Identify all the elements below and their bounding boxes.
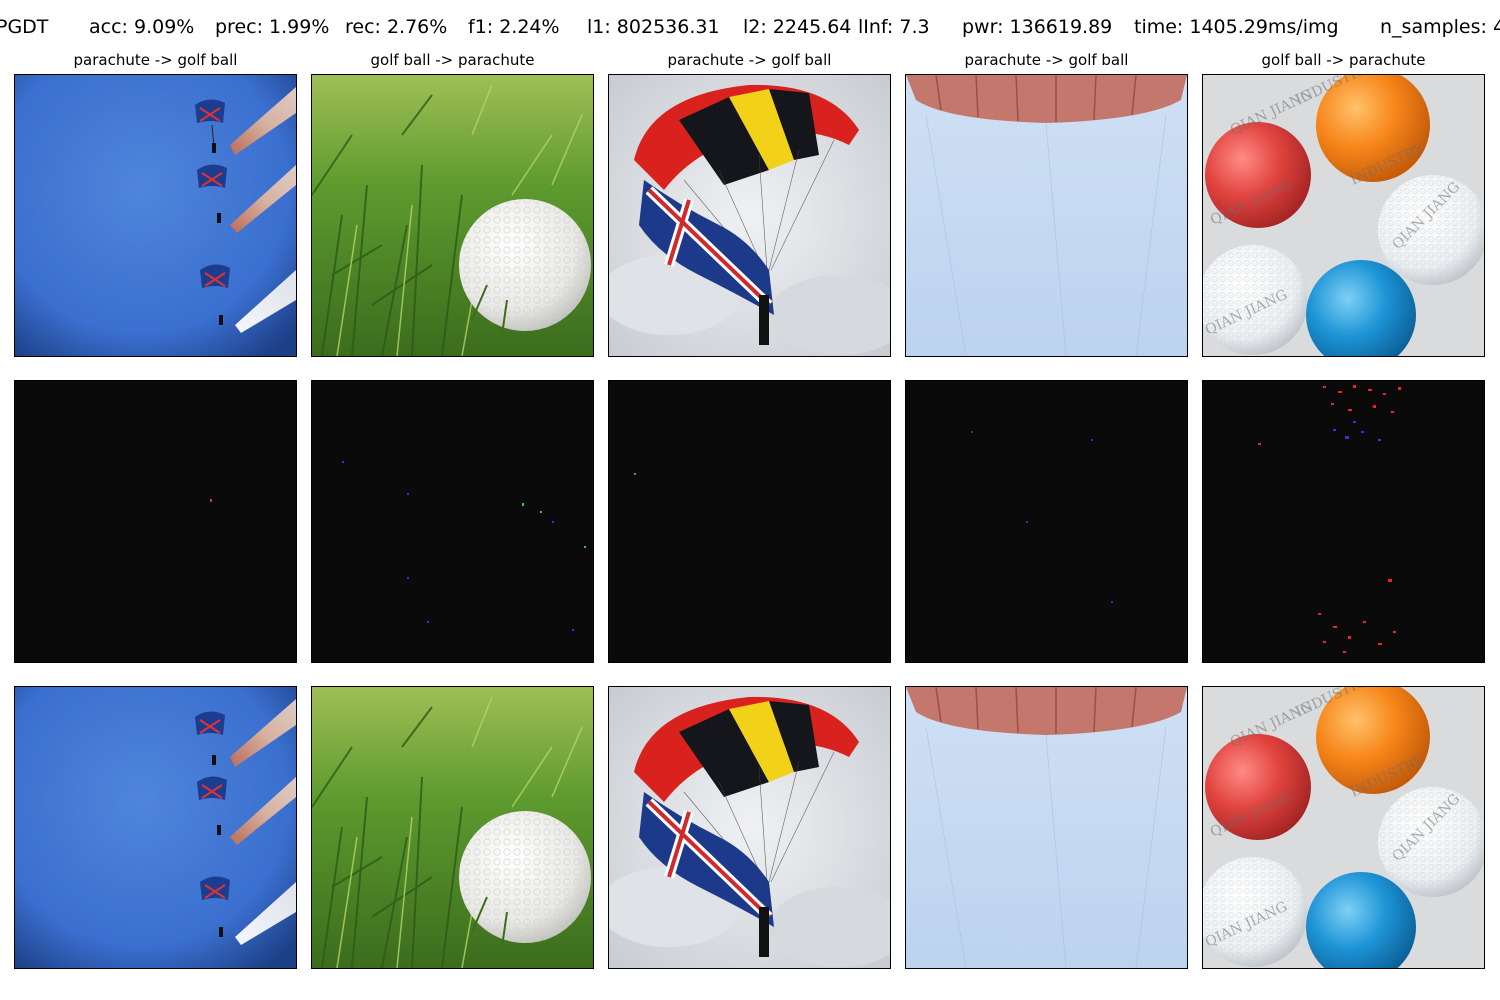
original-image-flag-parachute <box>608 74 891 357</box>
time-metric: time: 1405.29ms/img <box>1134 16 1339 38</box>
adversarial-image-colored-golf-balls: QIAN JIANG INDUSTRY INDUSTRY QIAN JIANG … <box>1202 686 1485 969</box>
original-image-canopy <box>905 74 1188 357</box>
perturbation-map <box>608 380 891 663</box>
rec-metric: rec: 2.76% <box>345 16 448 38</box>
adversarial-image-golf-ball <box>311 686 594 969</box>
pwr-metric: pwr: 136619.89 <box>962 16 1113 38</box>
original-image-parachutists <box>14 74 297 357</box>
adversarial-image-canopy <box>905 686 1188 969</box>
adversarial-image-parachutists <box>14 686 297 969</box>
column-title: parachute -> golf ball <box>964 51 1129 69</box>
column-title: golf ball -> parachute <box>1261 51 1426 69</box>
perturbation-map <box>1202 380 1485 663</box>
acc-metric: acc: 9.09% <box>89 16 195 38</box>
n-samples-metric: n_samples: 4 <box>1380 16 1500 38</box>
metrics-header: PGDT acc: 9.09% prec: 1.99% rec: 2.76% f… <box>0 16 1500 42</box>
l2-metric: l2: 2245.64 <box>743 16 852 38</box>
perturbation-map <box>311 380 594 663</box>
column-title: golf ball -> parachute <box>370 51 535 69</box>
original-image-colored-golf-balls: QIAN JIANG INDUSTRY INDUSTRY QIAN JIANG … <box>1202 74 1485 357</box>
original-image-golf-ball <box>311 74 594 357</box>
column-title: parachute -> golf ball <box>667 51 832 69</box>
prec-metric: prec: 1.99% <box>215 16 330 38</box>
f1-metric: f1: 2.24% <box>468 16 560 38</box>
adversarial-image-flag-parachute <box>608 686 891 969</box>
perturbation-map <box>14 380 297 663</box>
linf-metric: lInf: 7.3 <box>858 16 930 38</box>
l1-metric: l1: 802536.31 <box>587 16 720 38</box>
perturbation-map <box>905 380 1188 663</box>
method-name: PGDT <box>0 16 49 38</box>
column-title: parachute -> golf ball <box>73 51 238 69</box>
